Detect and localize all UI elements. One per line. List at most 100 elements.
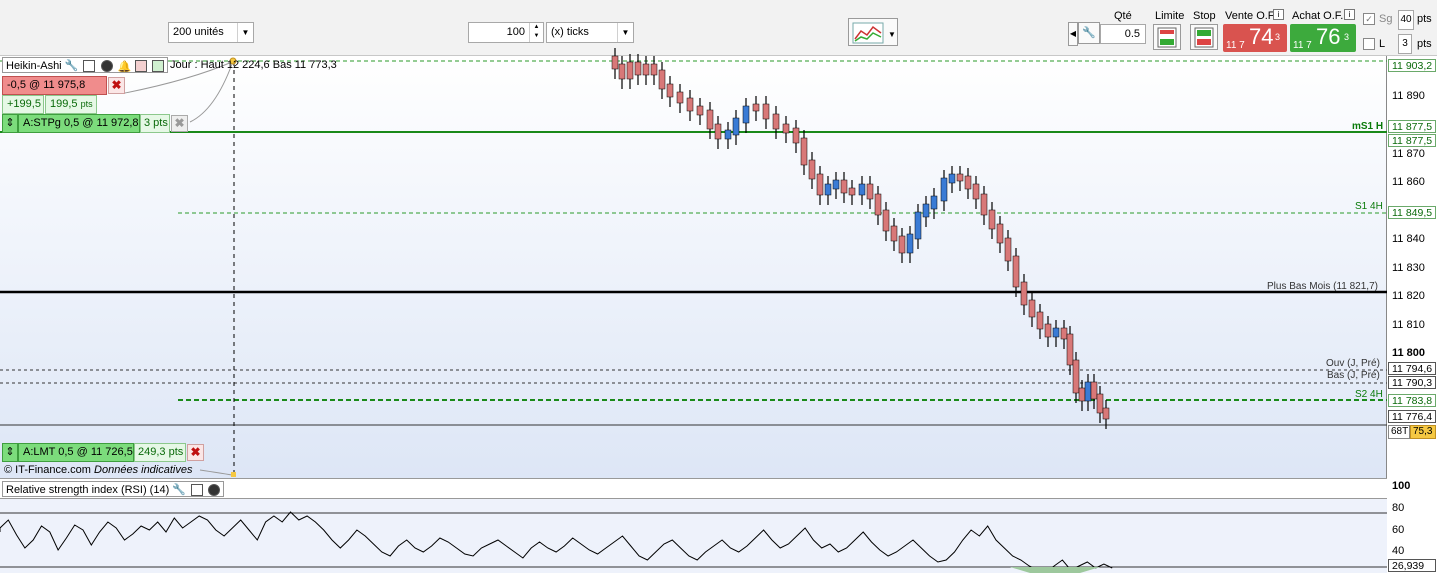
connector-line: [189, 63, 233, 123]
candle-body: [772, 113, 780, 130]
s24h-label: S2 4H: [1355, 389, 1383, 400]
axis-tick: 11 800: [1392, 347, 1426, 359]
candle-body: [642, 63, 650, 76]
window-icon[interactable]: [83, 60, 96, 73]
window-icon[interactable]: [191, 484, 204, 497]
candle-body: [800, 137, 808, 166]
candle-body: [724, 129, 732, 140]
candle-body: [930, 195, 938, 210]
candle-body: [1078, 387, 1086, 402]
price-tag: 11 877,5: [1388, 134, 1436, 147]
candle-body: [808, 159, 816, 180]
candle-body: [980, 193, 988, 216]
price-tag: 11 903,2: [1388, 59, 1436, 72]
rsi-tick: 40: [1392, 545, 1405, 557]
drag-handle-icon[interactable]: ⇕: [2, 443, 18, 462]
bas-label: Bas (J, Pré): [1327, 370, 1380, 381]
position-order[interactable]: -0,5 @ 11 975,8 (RL): [2, 76, 107, 108]
candle-body: [706, 109, 714, 130]
candle-body: [1072, 359, 1080, 394]
move-up-icon[interactable]: [151, 60, 164, 73]
plus-bas-mois-label: Plus Bas Mois (11 821,7): [1267, 281, 1378, 292]
candle-body: [1060, 327, 1068, 340]
connector-line: [199, 469, 233, 476]
axis-tick: 11 860: [1392, 176, 1425, 188]
close-position-icon[interactable]: ✖: [108, 77, 125, 94]
candle-body: [848, 187, 856, 196]
stop-order[interactable]: A:STPg 0,5 @ 11 972,8: [18, 114, 140, 133]
candle-body: [666, 83, 674, 98]
candle-body: [972, 183, 980, 200]
candle-body: [1036, 311, 1044, 330]
ms1h-label: mS1 H: [1352, 121, 1384, 132]
day-info: Jour : Haut 12 224,6 Bas 11 773,3: [170, 59, 337, 71]
close-icon[interactable]: [100, 60, 113, 73]
move-down-icon[interactable]: [134, 60, 147, 73]
anchor-dot: [231, 472, 236, 477]
copyright: © IT-Finance.com Données indicatives: [4, 464, 193, 476]
candle-body: [1090, 381, 1098, 400]
candle-body: [696, 105, 704, 116]
candle-body: [1020, 281, 1028, 306]
candle-body: [634, 61, 642, 76]
candle-body: [742, 105, 750, 124]
price-tag: 11 783,8: [1388, 394, 1436, 407]
candle-body: [858, 183, 866, 196]
candle-body: [782, 123, 790, 134]
bell-icon[interactable]: 🔔: [117, 60, 131, 73]
candle-body: [914, 211, 922, 240]
wrench-icon[interactable]: 🔧: [172, 484, 186, 496]
stop-pts: 3 pts: [140, 114, 170, 133]
axis-tick: 11 820: [1392, 290, 1425, 302]
rsi-panel[interactable]: [0, 498, 1387, 573]
rsi-value-tag: 26,939: [1388, 559, 1436, 572]
candle-body: [714, 123, 722, 140]
axis-tick: 11 890: [1392, 90, 1425, 102]
ouv-label: Ouv (J, Pré): [1326, 358, 1380, 369]
candle-body: [1004, 237, 1012, 262]
candle-body: [1084, 381, 1092, 402]
candle-body: [996, 223, 1004, 244]
candle-body: [732, 117, 740, 136]
candle-body: [626, 61, 634, 80]
candle-body: [948, 173, 956, 184]
candle-body: [752, 103, 760, 112]
cancel-stop-icon[interactable]: ✖: [171, 115, 188, 132]
candle-body: [618, 63, 626, 80]
price-tag: 11 790,3: [1388, 376, 1436, 389]
limit-order[interactable]: A:LMT 0,5 @ 11 726,5: [18, 443, 134, 462]
wrench-icon[interactable]: 🔧: [65, 60, 79, 72]
candle-body: [840, 179, 848, 194]
rsi-header-bar: Relative strength index (RSI) (14) 🔧: [0, 478, 1387, 498]
candle-body: [898, 235, 906, 254]
price-tag: 11 794,6: [1388, 362, 1436, 375]
candle-body: [890, 225, 898, 242]
candle-body: [1044, 323, 1052, 338]
axis-tick: 11 830: [1392, 262, 1425, 274]
candle-body: [676, 91, 684, 104]
candle-body: [906, 233, 914, 254]
current-price-tag: 75,3: [1410, 425, 1436, 439]
close-icon[interactable]: [208, 484, 221, 497]
candle-body: [611, 55, 619, 70]
drag-handle-icon[interactable]: ⇕: [2, 114, 18, 133]
candle-body: [866, 183, 874, 200]
candle-body: [792, 127, 800, 144]
candle-body: [882, 209, 890, 232]
candle-body: [988, 209, 996, 230]
candle-body: [874, 193, 882, 216]
rsi-tick: 100: [1392, 480, 1411, 492]
axis-tick: 11 840: [1392, 233, 1425, 245]
cancel-limit-icon[interactable]: ✖: [187, 444, 204, 461]
candle-body: [1096, 393, 1104, 414]
indicator-header: Heikin-Ashi 🔧 🔔: [2, 57, 168, 73]
candle-body: [956, 173, 964, 182]
candle-body: [816, 173, 824, 196]
candle-body: [1066, 333, 1074, 366]
candle-body: [964, 175, 972, 190]
rsi-tick: 80: [1392, 502, 1405, 514]
limit-pts: 249,3 pts: [134, 443, 186, 462]
candle-body: [658, 69, 666, 90]
candle-body: [762, 103, 770, 120]
candle-body: [1102, 407, 1110, 420]
